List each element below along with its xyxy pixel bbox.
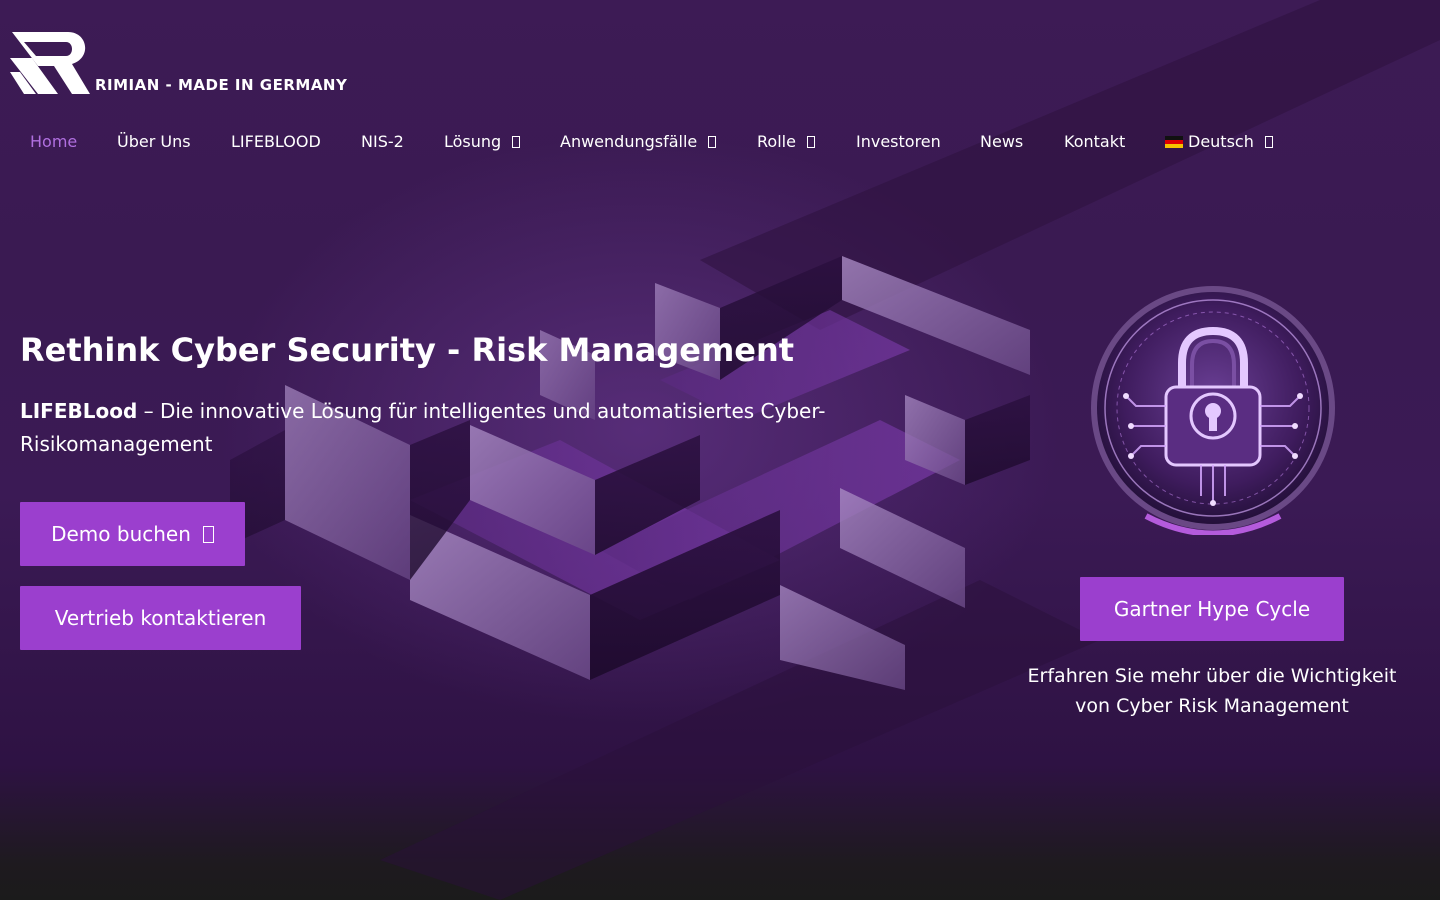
dropdown-icon: [806, 135, 815, 148]
security-lock-icon: [1091, 286, 1335, 535]
nav-item-label: Investoren: [856, 132, 941, 151]
gartner-button-label: Gartner Hype Cycle: [1113, 597, 1311, 621]
rimian-logo-icon[interactable]: [10, 32, 90, 94]
lead-text: – Die innovative Lösung für intelligente…: [20, 399, 826, 456]
nav-item-label: LIFEBLOOD: [231, 132, 321, 151]
nav-item-nis2[interactable]: NIS-2: [361, 132, 404, 151]
german-flag-icon: [1165, 135, 1183, 148]
nav-item-label: Lösung: [444, 132, 502, 151]
nav-item-ueber-uns[interactable]: Über Uns: [117, 132, 191, 151]
nav-item-label: Rolle: [757, 132, 796, 151]
learn-more-text: Erfahren Sie mehr über die Wichtigkeit v…: [1027, 665, 1397, 717]
gartner-hype-cycle-button[interactable]: Gartner Hype Cycle: [1080, 577, 1344, 641]
nav-item-anwendungsfaelle[interactable]: Anwendungsfälle: [560, 132, 717, 151]
nav-item-label: News: [980, 132, 1024, 151]
contact-sales-label: Vertrieb kontaktieren: [54, 606, 267, 630]
nav-item-label: Home: [30, 132, 78, 151]
hero-section: RIMIAN - MADE IN GERMANY Home Über Uns L…: [0, 0, 1440, 900]
nav-item-label: Kontakt: [1064, 132, 1126, 151]
dropdown-icon: [708, 135, 717, 148]
hero-title: Rethink Cyber Security - Risk Management: [20, 331, 795, 369]
nav-item-label: Anwendungsfälle: [560, 132, 698, 151]
demo-button-label: Demo buchen: [51, 522, 191, 546]
nav-item-investoren[interactable]: Investoren: [856, 132, 941, 151]
demo-button[interactable]: Demo buchen: [20, 502, 245, 566]
contact-sales-button[interactable]: Vertrieb kontaktieren: [20, 586, 301, 650]
nav-item-language[interactable]: Deutsch: [1165, 132, 1273, 151]
nav-item-lifeblood[interactable]: LIFEBLOOD: [231, 132, 321, 151]
dropdown-icon: [512, 135, 521, 148]
lead-product-name: LIFEBLood: [20, 399, 138, 423]
dropdown-icon: [1264, 135, 1273, 148]
brand-name[interactable]: RIMIAN - MADE IN GERMANY: [95, 76, 347, 94]
hero-lead: LIFEBLood – Die innovative Lösung für in…: [20, 395, 920, 461]
nav-item-loesung[interactable]: Lösung: [444, 132, 521, 151]
calendar-icon: [202, 525, 214, 543]
nav-item-rolle[interactable]: Rolle: [757, 132, 815, 151]
nav-item-home[interactable]: Home: [30, 132, 77, 151]
nav-item-label: NIS-2: [361, 132, 404, 151]
nav-item-label: Über Uns: [117, 132, 191, 151]
nav-item-kontakt[interactable]: Kontakt: [1064, 132, 1125, 151]
nav-item-news[interactable]: News: [980, 132, 1023, 151]
nav-item-label: Deutsch: [1188, 132, 1254, 151]
